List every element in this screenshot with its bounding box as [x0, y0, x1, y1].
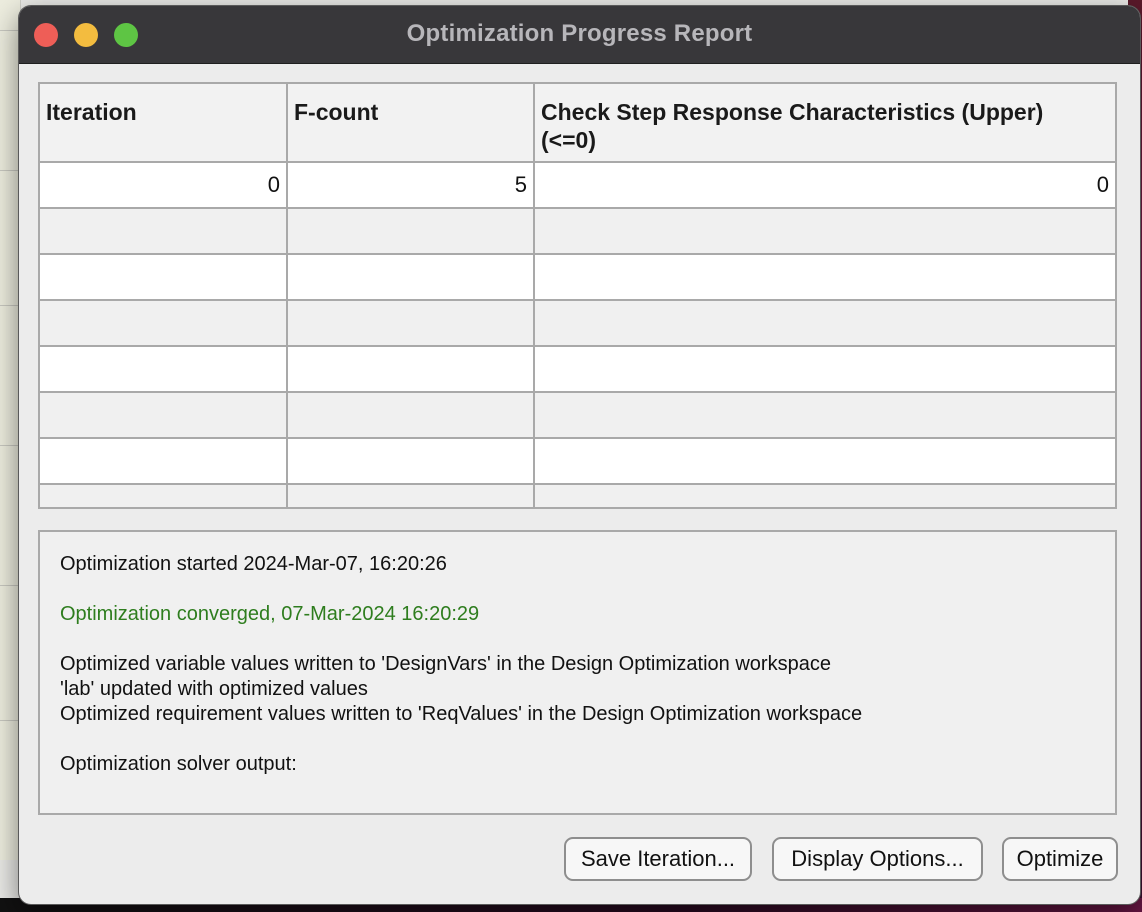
f-count-cell[interactable]	[286, 391, 535, 439]
log-updated: 'lab' updated with optimized values	[60, 678, 368, 700]
log-written-vars: Optimized variable values written to 'De…	[60, 653, 831, 675]
table-row[interactable]	[40, 483, 1115, 507]
f-count-cell[interactable]	[286, 253, 535, 301]
column-header-f-count[interactable]: F-count	[286, 84, 535, 163]
desktop: Optimization Progress Report Iteration F…	[0, 0, 1142, 912]
save-iteration-button[interactable]: Save Iteration...	[564, 837, 752, 881]
iteration-cell[interactable]: 0	[40, 161, 288, 209]
table-row[interactable]	[40, 437, 1115, 485]
step-response-cell[interactable]	[533, 483, 1115, 507]
step-response-cell[interactable]: 0	[533, 161, 1115, 209]
f-count-cell[interactable]: 5	[286, 161, 535, 209]
table-row[interactable]	[40, 299, 1115, 347]
f-count-cell[interactable]	[286, 483, 535, 507]
log-solver-output: Optimization solver output:	[60, 753, 297, 775]
log-started: Optimization started 2024-Mar-07, 16:20:…	[60, 553, 447, 575]
table-row[interactable]	[40, 207, 1115, 255]
table-row[interactable]	[40, 253, 1115, 301]
table-row[interactable]	[40, 345, 1115, 393]
iteration-cell[interactable]	[40, 483, 288, 507]
table-row[interactable]	[40, 391, 1115, 439]
f-count-cell[interactable]	[286, 345, 535, 393]
column-header-step-response[interactable]: Check Step Response Characteristics (Upp…	[533, 84, 1115, 163]
iteration-table[interactable]: Iteration F-count Check Step Response Ch…	[38, 82, 1117, 509]
iteration-cell[interactable]	[40, 207, 288, 255]
step-response-cell[interactable]	[533, 253, 1115, 301]
optimization-log: Optimization started 2024-Mar-07, 16:20:…	[38, 530, 1117, 815]
display-options-button[interactable]: Display Options...	[772, 837, 983, 881]
column-header-iteration[interactable]: Iteration	[40, 84, 288, 163]
iteration-grid: Iteration F-count Check Step Response Ch…	[40, 84, 1115, 507]
log-written-reqs: Optimized requirement values written to …	[60, 703, 863, 725]
table-row[interactable]: 050	[40, 161, 1115, 209]
step-response-cell[interactable]	[533, 437, 1115, 485]
background-window-edge	[0, 0, 21, 860]
optimize-button[interactable]: Optimize	[1002, 837, 1118, 881]
f-count-cell[interactable]	[286, 437, 535, 485]
f-count-cell[interactable]	[286, 299, 535, 347]
iteration-cell[interactable]	[40, 345, 288, 393]
iteration-cell[interactable]	[40, 299, 288, 347]
step-response-cell[interactable]	[533, 391, 1115, 439]
step-response-cell[interactable]	[533, 299, 1115, 347]
optimization-progress-window: Optimization Progress Report Iteration F…	[19, 6, 1140, 904]
f-count-cell[interactable]	[286, 207, 535, 255]
iteration-cell[interactable]	[40, 391, 288, 439]
iteration-cell[interactable]	[40, 253, 288, 301]
table-header-row: Iteration F-count Check Step Response Ch…	[40, 84, 1115, 163]
title-bar[interactable]: Optimization Progress Report	[19, 6, 1140, 64]
log-converged: Optimization converged, 07-Mar-2024 16:2…	[60, 603, 480, 625]
iteration-cell[interactable]	[40, 437, 288, 485]
step-response-cell[interactable]	[533, 345, 1115, 393]
window-title: Optimization Progress Report	[406, 20, 753, 47]
step-response-cell[interactable]	[533, 207, 1115, 255]
